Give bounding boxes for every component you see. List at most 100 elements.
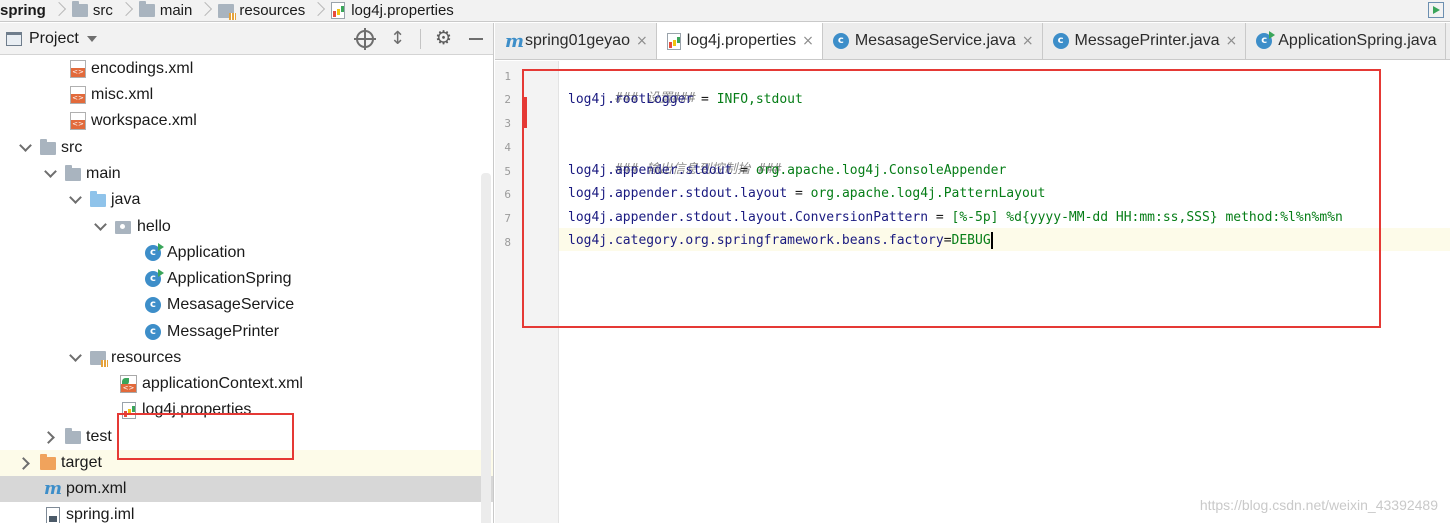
close-icon[interactable]: × [1022,33,1034,49]
tree-item-main[interactable]: main [0,161,493,187]
tree-item-label: applicationContext.xml [142,375,303,392]
breadcrumb-main[interactable]: main [138,0,193,21]
tree-item-encodings[interactable]: encodings.xml [0,56,493,82]
collapse-arrow-icon[interactable] [43,429,59,445]
tree-item-target[interactable]: target [0,450,493,476]
navigation-breadcrumb: spring src main resources log4j.properti… [0,0,1450,22]
property-key: log4j.appender.stdout.layout [568,186,788,201]
editor-panel: m spring01geyao × log4j.properties × c M… [495,23,1450,523]
tree-item-class[interactable]: c Application [0,240,493,266]
tree-item-log4j[interactable]: log4j.properties [0,397,493,423]
breadcrumb-project[interactable]: spring [0,0,46,21]
locate-file-icon[interactable] [354,28,376,50]
property-key: log4j.rootLogger [568,92,694,107]
tree-item-label: hello [137,218,171,235]
maven-icon: m [44,479,62,499]
expand-arrow-icon[interactable] [68,350,84,366]
close-icon[interactable]: × [1226,33,1238,49]
watermark-text: https://blog.csdn.net/weixin_43392489 [1199,497,1438,513]
tab-messageprinter[interactable]: c MessagePrinter.java × [1042,23,1247,59]
tree-item-src[interactable]: src [0,135,493,161]
tree-item-class[interactable]: c ApplicationSpring [0,266,493,292]
tree-item-appctx[interactable]: applicationContext.xml [0,371,493,397]
resources-folder-icon [218,3,237,20]
tree-item-label: src [61,139,83,156]
close-icon[interactable]: × [636,33,648,49]
expand-arrow-icon[interactable] [43,166,59,182]
tree-item-java[interactable]: java [0,187,493,213]
resources-folder-icon [90,351,108,367]
class-icon: c [832,33,849,49]
tree-item-iml[interactable]: spring.iml [0,502,493,523]
tab-log4j-properties[interactable]: log4j.properties × [656,23,823,59]
code-line-5: log4j.appender.stdout = org.apache.log4j… [568,159,1006,182]
close-icon[interactable]: × [802,33,814,49]
property-separator: = [787,186,811,201]
class-icon: c [145,297,161,313]
breadcrumb-src-label: src [92,2,113,19]
expand-arrow-icon[interactable] [18,140,34,156]
breadcrumb-separator-icon [54,0,64,21]
class-icon: c [145,243,164,261]
gear-icon[interactable] [435,27,453,49]
package-icon [115,220,131,234]
xml-file-icon [70,112,86,130]
toolbar-right [1428,2,1444,18]
spring-xml-icon [120,375,137,393]
project-panel: Project encodings.xml misc.xml workspace… [0,23,494,523]
hide-panel-icon[interactable] [467,30,485,48]
breadcrumb-file[interactable]: log4j.properties [331,0,454,21]
tree-item-label: java [111,191,141,208]
code-editor[interactable]: 1 2 3 4 5 6 7 8 ### 设置### log4j.rootLogg… [495,61,1450,523]
breadcrumb-separator-icon [313,0,323,21]
breadcrumb-resources[interactable]: resources [218,0,306,21]
tree-item-misc[interactable]: misc.xml [0,82,493,108]
line-number: 4 [504,141,511,154]
code-line-8: log4j.category.org.springframework.beans… [568,229,993,252]
project-view-icon [6,31,22,46]
tree-item-resources[interactable]: resources [0,345,493,371]
tree-item-hello[interactable]: hello [0,214,493,240]
property-separator: = [732,163,756,178]
vertical-scrollbar[interactable] [481,173,491,523]
code-line-2: log4j.rootLogger = INFO,stdout [568,88,803,111]
line-gutter: 1 2 3 4 5 6 7 8 [495,61,559,523]
collapse-arrow-icon[interactable] [18,455,34,471]
dropdown-arrow-icon[interactable] [86,35,97,42]
change-marker [523,97,527,128]
tab-spring01geyao[interactable]: m spring01geyao × [495,23,657,59]
tree-item-test[interactable]: test [0,424,493,450]
collapse-all-icon[interactable] [388,28,406,49]
tree-item-label: test [86,428,112,445]
breadcrumb-main-label: main [159,2,193,19]
tree-item-label: MesasageService [167,296,295,313]
tree-item-class[interactable]: c MessagePrinter [0,319,493,345]
property-value: org.apache.log4j.ConsoleAppender [755,163,1007,178]
breadcrumb-src[interactable]: src [71,0,113,21]
tree-item-label: Application [167,244,246,261]
tree-item-class[interactable]: c MesasageService [0,292,493,318]
expand-arrow-icon[interactable] [93,219,109,235]
project-panel-title[interactable]: Project [29,30,79,48]
maven-icon: m [505,30,525,52]
toolbar-divider [420,29,421,49]
source-folder-icon [90,190,106,207]
tab-label: ApplicationSpring.java [1278,32,1437,49]
run-config-icon[interactable] [1428,2,1444,18]
breadcrumb-resources-label: resources [239,2,306,19]
class-icon: c [145,269,164,287]
class-icon: c [145,324,161,340]
tab-mesasageservice[interactable]: c MesasageService.java × [822,23,1043,59]
tree-item-label: MessagePrinter [167,323,280,340]
tree-item-pom[interactable]: m pom.xml [0,476,493,502]
tab-applicationspring[interactable]: c ApplicationSpring.java [1246,23,1446,59]
properties-file-icon [331,2,346,19]
expand-arrow-icon[interactable] [68,192,84,208]
tree-item-label: ApplicationSpring [167,270,292,287]
tree-item-label: log4j.properties [142,401,252,418]
line-number: 3 [504,117,511,130]
tree-item-workspace[interactable]: workspace.xml [0,108,493,134]
module-file-icon [46,506,60,523]
folder-icon [40,138,56,155]
editor-tabs: m spring01geyao × log4j.properties × c M… [495,23,1450,60]
